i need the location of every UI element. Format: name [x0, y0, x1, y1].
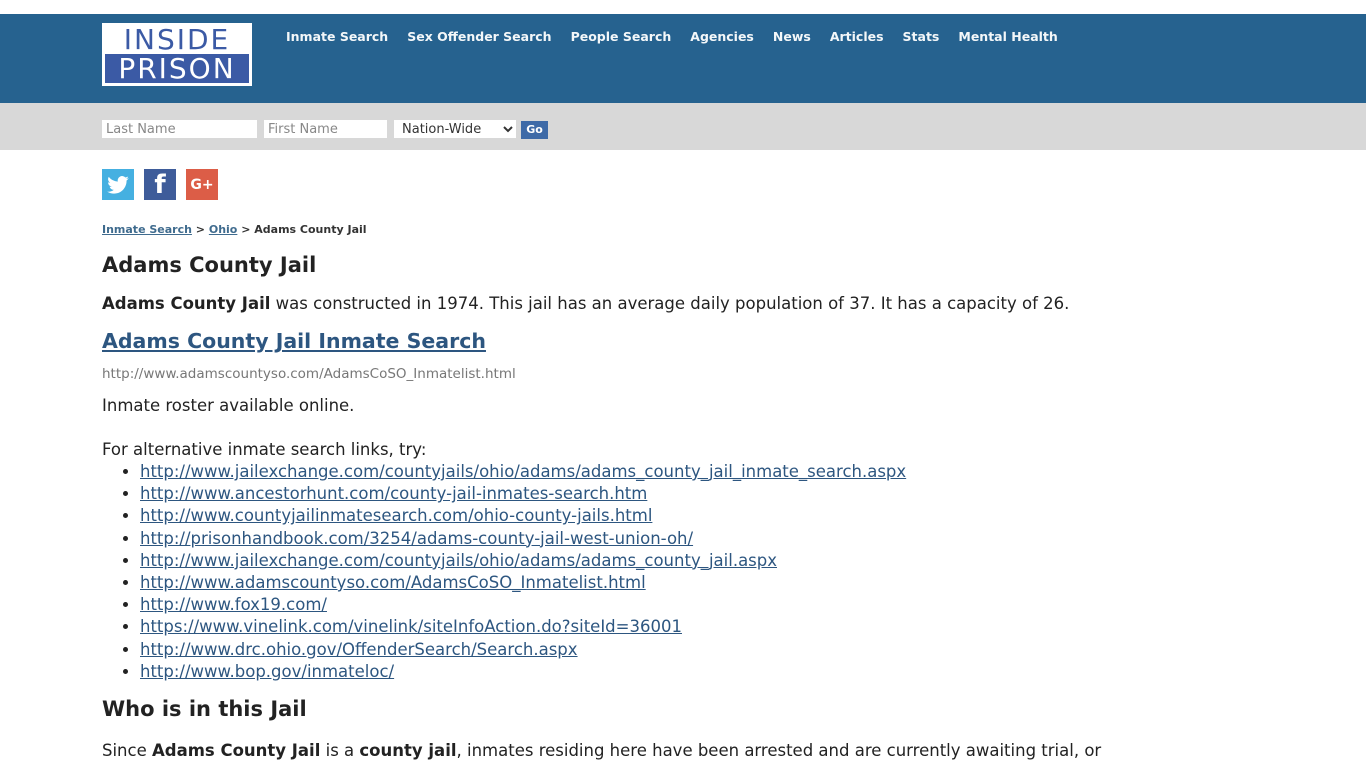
logo-line-prison: PRISON — [105, 54, 249, 84]
who-heading: Who is in this Jail — [102, 697, 307, 721]
list-item: http://www.jailexchange.com/countyjails/… — [140, 550, 906, 572]
list-item: http://prisonhandbook.com/3254/adams-cou… — [140, 528, 906, 550]
alt-link[interactable]: https://www.vinelink.com/vinelink/siteIn… — [140, 617, 682, 636]
first-name-input[interactable] — [264, 120, 387, 138]
last-name-input[interactable] — [102, 120, 257, 138]
site-logo[interactable]: INSIDE PRISON — [102, 23, 252, 86]
who-text: , inmates residing here have been arrest… — [456, 741, 1102, 760]
who-jail-name: Adams County Jail — [151, 741, 321, 760]
alt-link[interactable]: http://www.fox19.com/ — [140, 595, 327, 614]
who-text: is a — [320, 741, 360, 760]
alt-links-list: http://www.jailexchange.com/countyjails/… — [102, 461, 906, 683]
who-text: Since — [102, 741, 152, 760]
social-share: f G+ — [102, 169, 228, 200]
nav-sex-offender-search[interactable]: Sex Offender Search — [407, 29, 551, 45]
page-title: Adams County Jail — [102, 253, 317, 277]
breadcrumb-ohio[interactable]: Ohio — [209, 223, 238, 236]
site-header: INSIDE PRISON Inmate Search Sex Offender… — [0, 14, 1366, 103]
go-button[interactable]: Go — [521, 121, 548, 139]
list-item: https://www.vinelink.com/vinelink/siteIn… — [140, 616, 906, 638]
list-item: http://www.jailexchange.com/countyjails/… — [140, 461, 906, 483]
twitter-icon — [107, 175, 129, 194]
breadcrumb: Inmate Search > Ohio > Adams County Jail — [102, 223, 367, 236]
list-item: http://www.countyjailinmatesearch.com/oh… — [140, 505, 906, 527]
breadcrumb-inmate-search[interactable]: Inmate Search — [102, 223, 192, 236]
list-item: http://www.bop.gov/inmateloc/ — [140, 661, 906, 683]
search-bar: Nation-Wide Go — [0, 103, 1366, 150]
alt-link[interactable]: http://www.countyjailinmatesearch.com/oh… — [140, 506, 652, 525]
nav-mental-health[interactable]: Mental Health — [958, 29, 1057, 45]
alt-link[interactable]: http://www.jailexchange.com/countyjails/… — [140, 551, 777, 570]
top-gap — [0, 0, 1366, 14]
alt-link[interactable]: http://www.bop.gov/inmateloc/ — [140, 662, 394, 681]
facebook-share-button[interactable]: f — [144, 169, 176, 200]
google-plus-icon: G+ — [190, 176, 214, 193]
breadcrumb-current: Adams County Jail — [254, 223, 367, 236]
inmate-search-url: http://www.adamscountyso.com/AdamsCoSO_I… — [102, 366, 516, 382]
alt-link[interactable]: http://www.adamscountyso.com/AdamsCoSO_I… — [140, 573, 646, 592]
nav-stats[interactable]: Stats — [903, 29, 940, 45]
intro-text: was constructed in 1974. This jail has a… — [270, 294, 1070, 313]
roster-note: Inmate roster available online. — [102, 396, 355, 415]
who-paragraph: Since Adams County Jail is a county jail… — [102, 740, 1101, 762]
nav-news[interactable]: News — [773, 29, 811, 45]
breadcrumb-separator: > — [195, 223, 206, 236]
inmate-search-link[interactable]: Adams County Jail Inmate Search — [102, 329, 486, 353]
nav-agencies[interactable]: Agencies — [690, 29, 754, 45]
google-plus-share-button[interactable]: G+ — [186, 169, 218, 200]
facebook-icon: f — [154, 169, 166, 200]
nav-inmate-search[interactable]: Inmate Search — [286, 29, 388, 45]
alt-link[interactable]: http://www.ancestorhunt.com/county-jail-… — [140, 484, 647, 503]
list-item: http://www.fox19.com/ — [140, 594, 906, 616]
alt-link[interactable]: http://prisonhandbook.com/3254/adams-cou… — [140, 529, 693, 548]
list-item: http://www.adamscountyso.com/AdamsCoSO_I… — [140, 572, 906, 594]
main-nav: Inmate Search Sex Offender Search People… — [286, 29, 1077, 45]
who-jail-type: county jail — [359, 741, 457, 760]
logo-line-inside: INSIDE — [123, 23, 231, 56]
alt-link[interactable]: http://www.drc.ohio.gov/OffenderSearch/S… — [140, 640, 578, 659]
twitter-share-button[interactable] — [102, 169, 134, 200]
nav-people-search[interactable]: People Search — [571, 29, 672, 45]
jail-intro: Adams County Jail was constructed in 197… — [102, 294, 1069, 313]
list-item: http://www.drc.ohio.gov/OffenderSearch/S… — [140, 639, 906, 661]
alt-links-intro: For alternative inmate search links, try… — [102, 440, 427, 459]
intro-jail-name: Adams County Jail — [102, 294, 271, 313]
location-select[interactable]: Nation-Wide — [394, 120, 516, 138]
list-item: http://www.ancestorhunt.com/county-jail-… — [140, 483, 906, 505]
alt-link[interactable]: http://www.jailexchange.com/countyjails/… — [140, 462, 906, 481]
breadcrumb-separator: > — [241, 223, 251, 236]
nav-articles[interactable]: Articles — [830, 29, 884, 45]
